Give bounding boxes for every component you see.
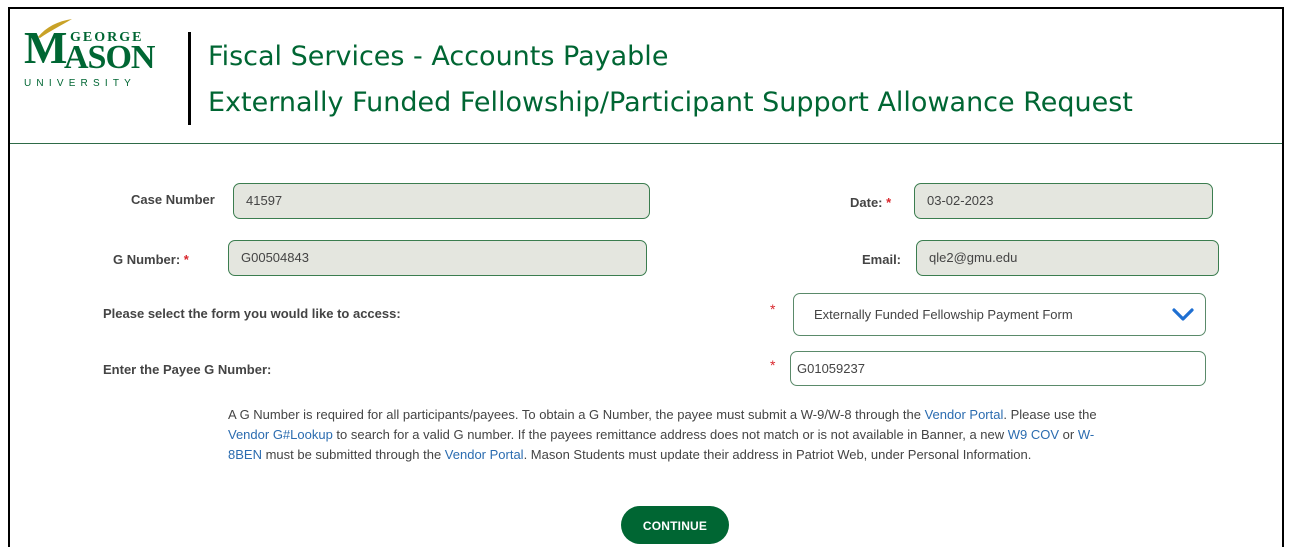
date-required-mark: * [886, 195, 892, 210]
payee-g-number-required-mark: * [770, 357, 776, 373]
g-number-field[interactable]: G00504843 [228, 240, 647, 276]
page-subtitle: Externally Funded Fellowship/Participant… [208, 87, 1133, 118]
email-label: Email: [862, 252, 902, 267]
logo-ason: ASON [64, 39, 155, 76]
g-number-required-mark: * [183, 252, 189, 267]
page-title: Fiscal Services - Accounts Payable [208, 41, 669, 72]
vendor-lookup-link[interactable]: Vendor G#Lookup [228, 427, 333, 442]
form-select-dropdown[interactable]: Externally Funded Fellowship Payment For… [793, 293, 1206, 336]
email-field[interactable]: qle2@gmu.edu [916, 240, 1219, 276]
page-frame: M GEORGE ASON UNIVERSITY Fiscal Services… [8, 7, 1284, 547]
header-rule [10, 143, 1282, 144]
page-header: M GEORGE ASON UNIVERSITY Fiscal Services… [10, 9, 1282, 144]
logo-m: M [24, 22, 67, 73]
vendor-portal-link-2[interactable]: Vendor Portal [445, 447, 524, 462]
case-number-label: Case Number [131, 192, 215, 207]
date-field[interactable]: 03-02-2023 [914, 183, 1213, 219]
header-divider [188, 32, 191, 125]
form-select-required-mark: * [770, 301, 776, 317]
g-number-help-text: A G Number is required for all participa… [228, 407, 1097, 462]
case-number-field[interactable]: 41597 [233, 183, 650, 219]
logo-university: UNIVERSITY [24, 78, 137, 89]
continue-button[interactable]: CONTINUE [621, 506, 729, 544]
form-select-value: Externally Funded Fellowship Payment For… [814, 307, 1073, 322]
payee-g-number-field[interactable]: G01059237 [790, 351, 1206, 386]
payee-g-number-label: Enter the Payee G Number: [103, 362, 272, 377]
chevron-down-icon[interactable] [1171, 304, 1195, 324]
form-select-label: Please select the form you would like to… [103, 306, 401, 321]
date-label: Date: * [850, 195, 892, 210]
g-number-label: G Number: * [113, 252, 189, 267]
gmu-logo[interactable]: M GEORGE ASON UNIVERSITY [20, 19, 170, 89]
w9-cov-link[interactable]: W9 COV [1008, 427, 1059, 442]
vendor-portal-link[interactable]: Vendor Portal [925, 407, 1004, 422]
